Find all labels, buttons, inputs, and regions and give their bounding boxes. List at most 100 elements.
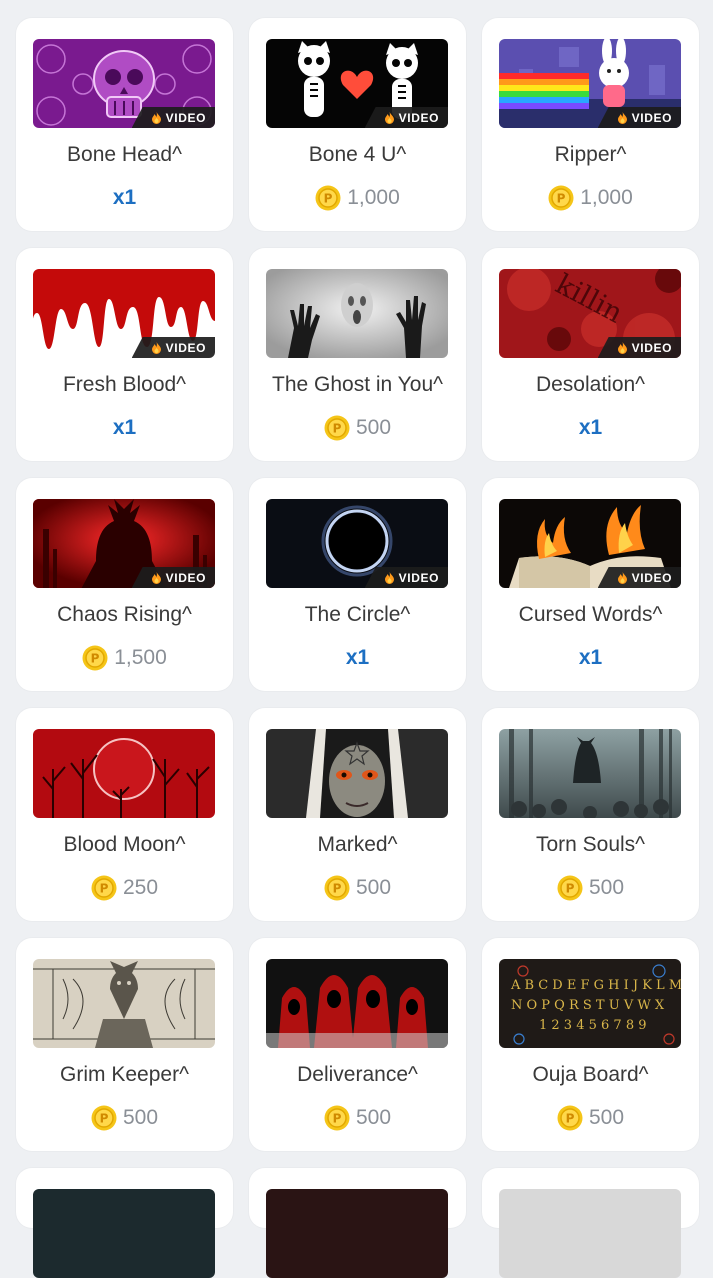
item-card-partial[interactable] xyxy=(482,1168,699,1278)
thumbnail-image xyxy=(266,269,448,358)
item-thumbnail[interactable] xyxy=(33,959,215,1048)
item-title: Fresh Blood^ xyxy=(62,373,187,396)
video-badge: VIDEO xyxy=(597,337,681,358)
item-card[interactable]: Blood Moon^ P 250 xyxy=(16,708,233,921)
video-badge-label: VIDEO xyxy=(398,110,439,125)
coin-icon: P xyxy=(324,875,350,901)
item-title: Blood Moon^ xyxy=(63,833,186,856)
item-price: P 250 xyxy=(16,874,233,902)
thumbnail-image xyxy=(266,729,448,818)
thumbnail-image xyxy=(33,729,215,818)
coin-price: 500 xyxy=(355,416,392,439)
flame-icon xyxy=(617,571,627,584)
item-card[interactable]: killin VIDEO Desolation^ x1 xyxy=(482,248,699,461)
item-card[interactable]: Torn Souls^ P 500 xyxy=(482,708,699,921)
video-badge-label: VIDEO xyxy=(398,570,439,585)
video-badge: VIDEO xyxy=(364,107,448,128)
item-card[interactable]: Deliverance^ P 500 xyxy=(249,938,466,1151)
item-title: Grim Keeper^ xyxy=(60,1063,189,1086)
item-title: Torn Souls^ xyxy=(535,833,646,856)
flame-icon xyxy=(151,571,161,584)
item-price: x1 xyxy=(249,644,466,672)
item-title: Cursed Words^ xyxy=(518,603,663,626)
svg-text:P: P xyxy=(333,882,342,896)
item-card[interactable]: VIDEO Ripper^ P 1,000 xyxy=(482,18,699,231)
item-card[interactable]: VIDEO Chaos Rising^ P 1,500 xyxy=(16,478,233,691)
item-thumbnail[interactable]: VIDEO xyxy=(33,269,215,358)
quantity-label: x1 xyxy=(578,416,603,439)
item-thumbnail[interactable]: VIDEO xyxy=(266,499,448,588)
item-thumbnail[interactable]: VIDEO xyxy=(266,39,448,128)
item-price: x1 xyxy=(16,414,233,442)
svg-text:P: P xyxy=(324,192,333,206)
item-thumbnail[interactable] xyxy=(499,729,681,818)
item-card[interactable]: VIDEO The Circle^ x1 xyxy=(249,478,466,691)
coin-price: 500 xyxy=(588,876,625,899)
video-badge-label: VIDEO xyxy=(165,570,206,585)
video-badge: VIDEO xyxy=(597,567,681,588)
item-thumbnail[interactable] xyxy=(266,959,448,1048)
coin-price: 1,500 xyxy=(114,646,167,669)
item-thumbnail[interactable]: VIDEO xyxy=(499,499,681,588)
item-card[interactable]: VIDEO Cursed Words^ x1 xyxy=(482,478,699,691)
item-thumbnail[interactable] xyxy=(33,729,215,818)
coin-icon: P xyxy=(557,1105,583,1131)
coin-price: 500 xyxy=(355,1106,392,1129)
svg-text:P: P xyxy=(100,1112,109,1126)
item-thumbnail[interactable]: killin VIDEO xyxy=(499,269,681,358)
svg-text:P: P xyxy=(100,882,109,896)
coin-price: 500 xyxy=(122,1106,159,1129)
item-thumbnail[interactable] xyxy=(33,1189,215,1278)
item-card[interactable]: Marked^ P 500 xyxy=(249,708,466,921)
item-title: Bone Head^ xyxy=(67,143,182,166)
item-price: P 1,500 xyxy=(16,644,233,672)
item-card[interactable]: A B C D E F G H I J K L M N O P Q R S T … xyxy=(482,938,699,1151)
video-badge: VIDEO xyxy=(364,567,448,588)
item-title: Ouja Board^ xyxy=(532,1063,649,1086)
video-badge-label: VIDEO xyxy=(165,340,206,355)
video-badge-label: VIDEO xyxy=(631,570,672,585)
item-card[interactable]: VIDEO Bone 4 U^ P 1,000 xyxy=(249,18,466,231)
item-title: The Circle^ xyxy=(304,603,411,626)
item-thumbnail[interactable]: VIDEO xyxy=(499,39,681,128)
item-card-partial[interactable] xyxy=(249,1168,466,1278)
item-price: P 500 xyxy=(482,874,699,902)
item-thumbnail[interactable] xyxy=(266,729,448,818)
item-thumbnail[interactable]: VIDEO xyxy=(33,499,215,588)
item-price: P 500 xyxy=(249,414,466,442)
video-badge: VIDEO xyxy=(131,107,215,128)
coin-price: 500 xyxy=(355,876,392,899)
item-thumbnail[interactable]: VIDEO xyxy=(33,39,215,128)
item-title: Bone 4 U^ xyxy=(308,143,407,166)
thumbnail-image xyxy=(499,729,681,818)
item-thumbnail[interactable] xyxy=(266,269,448,358)
flame-icon xyxy=(617,341,627,354)
item-thumbnail[interactable]: A B C D E F G H I J K L M N O P Q R S T … xyxy=(499,959,681,1048)
item-card[interactable]: VIDEO Bone Head^ x1 xyxy=(16,18,233,231)
item-price: x1 xyxy=(482,644,699,672)
item-price: x1 xyxy=(16,184,233,212)
video-badge: VIDEO xyxy=(597,107,681,128)
item-thumbnail[interactable] xyxy=(499,1189,681,1278)
item-price: x1 xyxy=(482,414,699,442)
svg-text:P: P xyxy=(333,1112,342,1126)
svg-text:P: P xyxy=(91,652,100,666)
video-badge-label: VIDEO xyxy=(631,110,672,125)
video-badge-label: VIDEO xyxy=(165,110,206,125)
item-card[interactable]: The Ghost in You^ P 500 xyxy=(249,248,466,461)
item-grid: VIDEO Bone Head^ x1 VIDEO Bone 4 U^ P 1,0… xyxy=(16,18,699,1278)
item-price: P 500 xyxy=(482,1104,699,1132)
item-card-partial[interactable] xyxy=(16,1168,233,1278)
quantity-label: x1 xyxy=(112,416,137,439)
item-card[interactable]: Grim Keeper^ P 500 xyxy=(16,938,233,1151)
video-badge-label: VIDEO xyxy=(631,340,672,355)
item-thumbnail[interactable] xyxy=(266,1189,448,1278)
video-badge: VIDEO xyxy=(131,567,215,588)
item-title: Deliverance^ xyxy=(297,1063,418,1086)
item-card[interactable]: VIDEO Fresh Blood^ x1 xyxy=(16,248,233,461)
item-title: Ripper^ xyxy=(554,143,627,166)
svg-text:A B C D E F G H I J K L M: A B C D E F G H I J K L M xyxy=(510,978,681,993)
coin-price: 1,000 xyxy=(580,186,633,209)
coin-price: 250 xyxy=(122,876,159,899)
flame-icon xyxy=(617,111,627,124)
